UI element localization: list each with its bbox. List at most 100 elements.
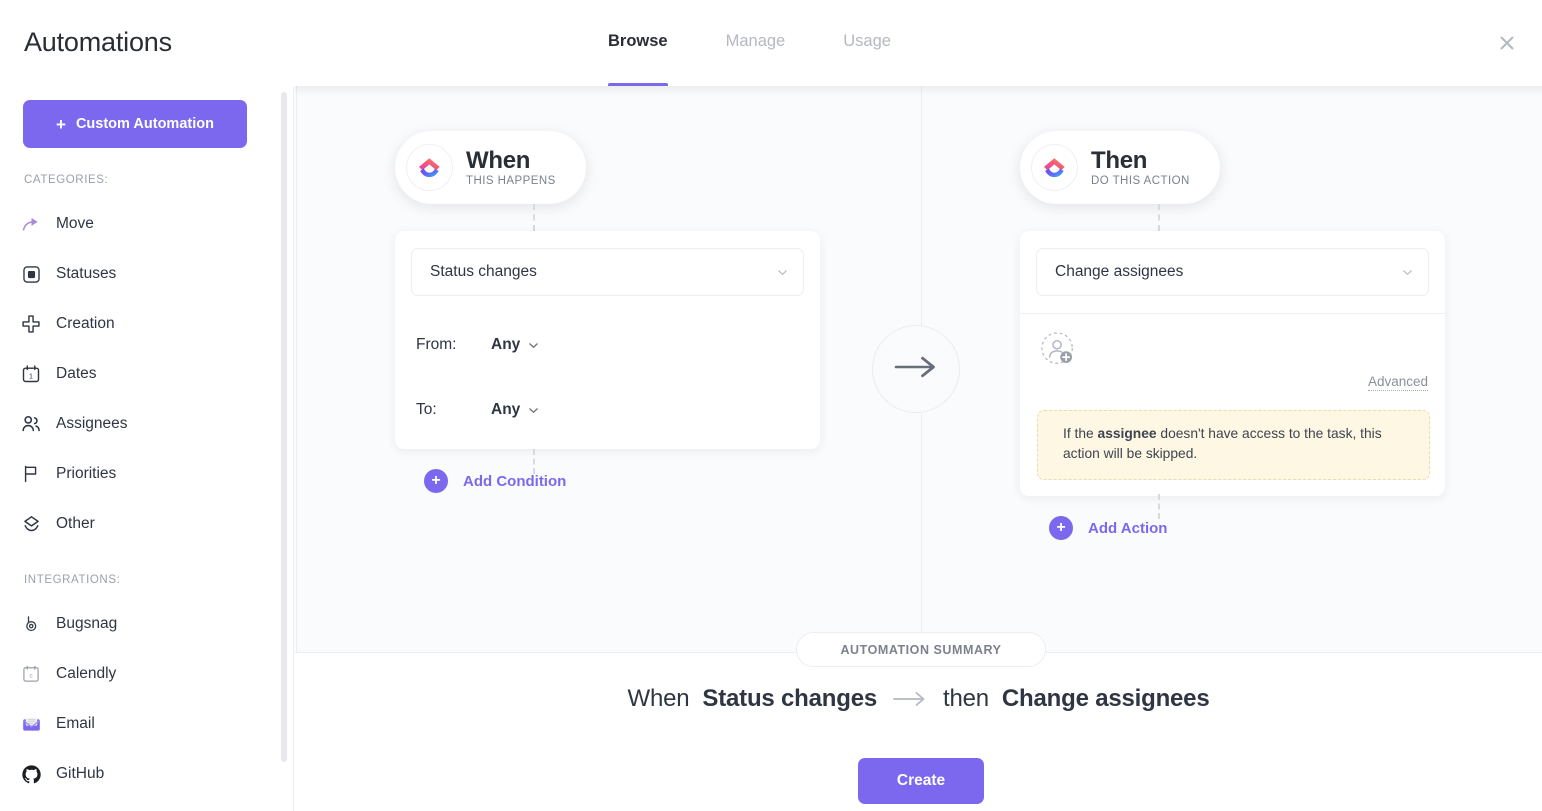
add-assignee-icon[interactable] [1040, 331, 1078, 369]
then-connector-bottom [1158, 494, 1160, 519]
plus-circle-icon: + [424, 469, 448, 493]
add-condition-button[interactable]: + Add Condition [424, 469, 825, 493]
condition-to-select[interactable]: Any [491, 401, 540, 419]
tab-usage[interactable]: Usage [812, 0, 918, 86]
tab-browse-label: Browse [608, 32, 668, 50]
summary-action: Change assignees [1001, 685, 1210, 712]
flag-icon [20, 463, 42, 485]
condition-from-row: From: Any [416, 336, 540, 354]
sidebar-item-calendly[interactable]: c Calendly [0, 649, 293, 699]
when-pill-title: When [466, 146, 531, 174]
condition-from-select[interactable]: Any [491, 336, 540, 354]
assignee-access-warning: If the assignee doesn't have access to t… [1037, 410, 1430, 480]
sidebar-item-other-label: Other [56, 515, 95, 532]
summary-trigger: Status changes [702, 685, 877, 712]
chevron-down-icon [527, 404, 540, 417]
trigger-select[interactable]: Status changes [411, 248, 804, 296]
tab-manage[interactable]: Manage [695, 0, 813, 86]
custom-automation-label: Custom Automation [75, 116, 214, 132]
sidebar-item-dates[interactable]: 1 Dates [0, 349, 293, 399]
clickup-logo-icon [1031, 144, 1078, 191]
integrations-list: Bugsnag c Calendly Email GitHub [0, 599, 293, 799]
plus-circle-icon: + [1049, 516, 1073, 540]
sidebar-item-other[interactable]: Other [0, 499, 293, 549]
arrow-right-icon [890, 690, 930, 708]
close-icon[interactable] [1490, 26, 1524, 60]
tab-usage-label: Usage [843, 32, 891, 50]
add-action-button[interactable]: + Add Action [1049, 516, 1450, 540]
then-pill-subtitle: DO THIS ACTION [1091, 175, 1190, 188]
chevron-down-icon [527, 339, 540, 352]
sidebar-item-statuses[interactable]: Statuses [0, 249, 293, 299]
clickup-logo-icon [406, 144, 453, 191]
integrations-heading: INTEGRATIONS: [24, 574, 121, 586]
when-connector-bottom [533, 449, 535, 474]
add-action-label: Add Action [1088, 519, 1168, 537]
then-card-divider [1020, 313, 1445, 314]
create-button[interactable]: Create [858, 758, 984, 804]
sidebar-item-dates-label: Dates [56, 365, 97, 382]
then-column: Then DO THIS ACTION Change assignees Adv… [1020, 86, 1450, 540]
sidebar-item-email[interactable]: Email [0, 699, 293, 749]
share-arrow-icon [20, 213, 42, 235]
sidebar-item-bugsnag-label: Bugsnag [56, 615, 118, 632]
svg-text:1: 1 [29, 372, 33, 381]
when-connector-top [533, 204, 535, 231]
when-card: Status changes From: Any To: Any [395, 231, 820, 449]
summary-then-word: then [943, 685, 989, 712]
then-connector-top [1158, 204, 1160, 231]
summary-chip: AUTOMATION SUMMARY [796, 632, 1046, 667]
status-square-icon [20, 263, 42, 285]
calendly-icon: c [20, 663, 42, 685]
then-pill-title: Then [1091, 146, 1148, 174]
action-select-value: Change assignees [1055, 263, 1184, 280]
flow-connector-arrow [872, 325, 960, 413]
sidebar-item-calendly-label: Calendly [56, 665, 117, 682]
warning-bold: assignee [1097, 426, 1157, 441]
automation-canvas: When THIS HAPPENS Status changes From: A… [295, 86, 1542, 652]
assignee-access-warning-text: If the assignee doesn't have access to t… [1063, 424, 1407, 463]
condition-to-value: Any [491, 401, 521, 418]
sidebar-item-priorities-label: Priorities [56, 465, 117, 482]
plus-cross-icon [20, 313, 42, 335]
then-card: Change assignees Advanced If the assigne… [1020, 231, 1445, 496]
calendar-icon: 1 [20, 363, 42, 385]
sidebar-item-assignees-label: Assignees [56, 415, 128, 432]
custom-automation-button[interactable]: + Custom Automation [23, 100, 247, 148]
warning-prefix: If the [1063, 426, 1098, 441]
tab-bar: Browse Manage Usage [608, 0, 918, 86]
sidebar-item-github-label: GitHub [56, 765, 105, 782]
tab-manage-label: Manage [725, 32, 786, 50]
sidebar-item-creation[interactable]: Creation [0, 299, 293, 349]
categories-list: Move Statuses Creation 1 Dates Assignees… [0, 199, 293, 549]
plus-icon: + [56, 114, 66, 134]
sidebar-item-github[interactable]: GitHub [0, 749, 293, 799]
then-pill: Then DO THIS ACTION [1020, 131, 1220, 204]
sidebar: + Custom Automation CATEGORIES: Move Sta… [0, 86, 294, 811]
sidebar-item-statuses-label: Statuses [56, 265, 117, 282]
condition-from-label: From: [416, 336, 457, 353]
modal-header: Automations Browse Manage Usage [0, 0, 1542, 86]
summary-when-word: When [627, 685, 690, 712]
email-icon [20, 713, 42, 735]
when-pill-subtitle: THIS HAPPENS [466, 175, 556, 188]
when-pill: When THIS HAPPENS [395, 131, 586, 204]
tab-browse[interactable]: Browse [608, 0, 695, 86]
sidebar-item-email-label: Email [56, 715, 95, 732]
sidebar-item-move-label: Move [56, 215, 94, 232]
sidebar-item-assignees[interactable]: Assignees [0, 399, 293, 449]
sidebar-item-bugsnag[interactable]: Bugsnag [0, 599, 293, 649]
chevron-down-icon [776, 266, 789, 279]
add-condition-label: Add Condition [463, 472, 567, 490]
automations-modal: Automations Browse Manage Usage + Custom… [0, 0, 1542, 811]
summary-sentence: When Status changes then Change assignee… [295, 685, 1542, 713]
sidebar-item-priorities[interactable]: Priorities [0, 449, 293, 499]
advanced-link[interactable]: Advanced [1367, 374, 1428, 391]
action-select[interactable]: Change assignees [1036, 248, 1429, 296]
sidebar-scrollbar[interactable] [281, 92, 287, 762]
condition-to-label: To: [416, 401, 437, 418]
trigger-select-value: Status changes [430, 263, 537, 280]
people-icon [20, 413, 42, 435]
sidebar-item-move[interactable]: Move [0, 199, 293, 249]
bugsnag-icon [20, 613, 42, 635]
